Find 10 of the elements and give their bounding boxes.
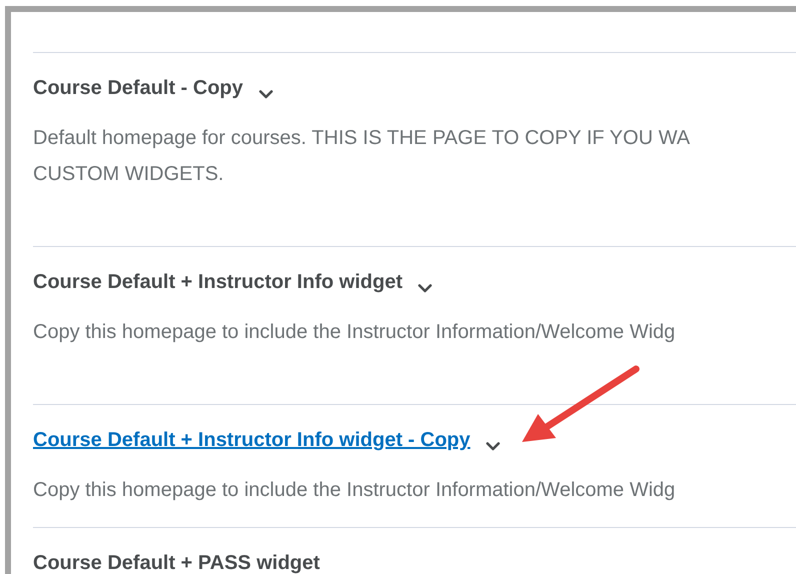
chevron-down-icon[interactable] [418,284,432,293]
homepage-description: Default homepage for courses. THIS IS THE PAGE TO COPY IF YOU WA CUSTOM WIDGETS. [33,126,691,187]
chevron-down-icon[interactable] [486,442,500,451]
homepage-link[interactable]: Course Default + Instructor Info widget - Copy [33,426,470,454]
chevron-down-icon[interactable] [259,90,274,99]
homepage-title: Course Default - Copy [33,76,244,101]
homepage-title: Course Default + Instructor Info widget [33,270,402,295]
homepage-description: Copy this homepage to include the Instructor Information/Welcome Widg [33,320,676,345]
homepage-description: Copy this homepage to include the Instructor Information/Welcome Widg [33,478,676,503]
homepage-title: Course Default + PASS widget [33,551,320,574]
